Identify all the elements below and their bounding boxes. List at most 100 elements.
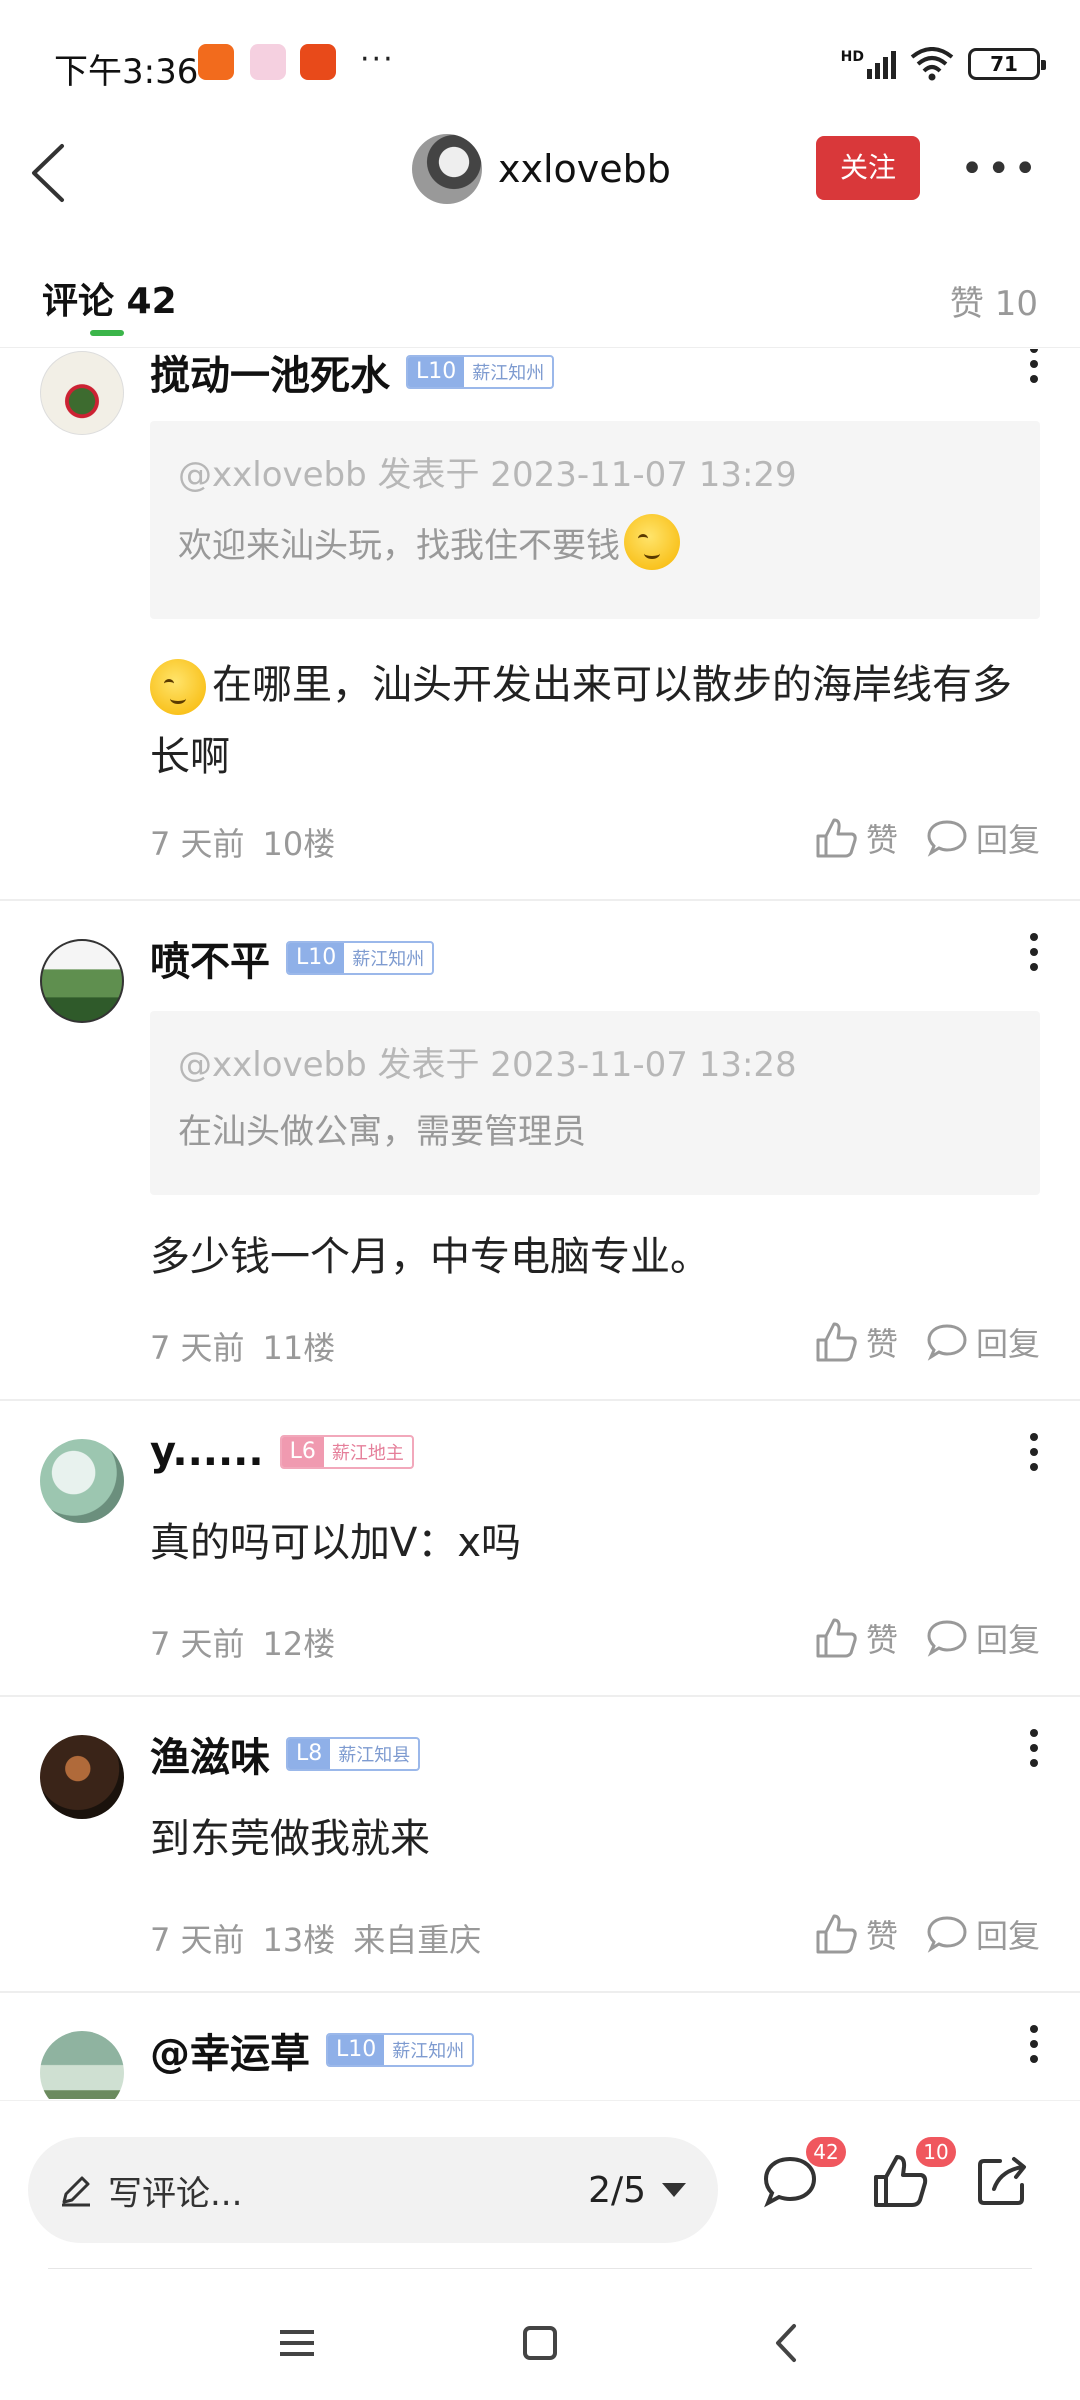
comment-item: y...... L6 薪江地主 真的吗可以加V：x吗 7 天前 12楼 赞 回复 <box>0 1401 1080 1697</box>
quoted-comment[interactable]: @xxlovebb 发表于 2023-11-07 13:28 在汕头做公寓，需要… <box>150 1011 1040 1195</box>
comment-body-text: 在哪里，汕头开发出来可以散步的海岸线有多长啊 <box>150 662 1012 780</box>
signal-icon: HD <box>841 49 896 79</box>
like-count-badge: 10 <box>916 2137 956 2167</box>
more-notifications-icon: ··· <box>360 42 395 77</box>
rank-title: 薪江知州 <box>472 363 545 384</box>
comment-more-icon[interactable] <box>1028 2025 1040 2075</box>
commenter-name[interactable]: 搅动一池死水 <box>150 349 390 401</box>
status-right: HD 71 <box>841 44 1046 84</box>
quote-meta: @xxlovebb 发表于 2023-11-07 13:28 <box>178 1045 797 1085</box>
comment-bubble-icon <box>927 1324 967 1361</box>
pencil-icon <box>62 2176 90 2207</box>
follow-button[interactable]: 关注 <box>816 136 920 200</box>
like-button[interactable]: 赞 <box>814 1615 898 1661</box>
reply-button[interactable]: 回复 <box>926 815 1040 861</box>
thumbs-up-icon <box>816 1618 857 1658</box>
comment-body: 到东莞做我就来 <box>150 1816 430 1862</box>
menu-icon[interactable] <box>272 2318 322 2368</box>
status-bar: 下午3:36 ··· HD 71 <box>0 0 1080 120</box>
thumbs-up-icon <box>816 1914 857 1954</box>
back-nav-icon[interactable] <box>762 2318 812 2368</box>
tab-comments[interactable]: 评论 42 <box>42 272 177 324</box>
comment-meta: 7 天前 12楼 <box>150 1619 335 1665</box>
author-name[interactable]: xxlovebb <box>498 147 671 191</box>
taobao-notification-icon <box>300 44 336 80</box>
kiss-emoji-icon <box>150 659 206 715</box>
comment-header: @幸运草 L10 薪江知州 <box>150 2021 475 2079</box>
dropdown-arrow-icon <box>662 2183 686 2197</box>
commenter-avatar[interactable] <box>40 1439 124 1523</box>
page-indicator-text: 2/5 <box>588 2169 646 2211</box>
rank-title: 薪江地主 <box>331 1443 404 1464</box>
author-info[interactable]: xxlovebb <box>412 134 671 204</box>
wifi-icon <box>910 47 954 81</box>
comment-header: 渔滋味 L8 薪江知县 <box>150 1725 421 1783</box>
home-icon[interactable] <box>515 2318 565 2368</box>
reply-label: 回复 <box>975 1917 1040 1955</box>
commenter-name[interactable]: y...... <box>150 1429 264 1475</box>
reply-button[interactable]: 回复 <box>926 1319 1040 1365</box>
status-time: 下午3:36 <box>54 52 199 92</box>
comment-floor: 13楼 <box>262 1921 336 1959</box>
commenter-name[interactable]: @幸运草 <box>150 2021 310 2079</box>
comment-item: 渔滋味 L8 薪江知县 到东莞做我就来 7 天前 13楼 来自重庆 赞 回复 <box>0 1697 1080 1993</box>
tab-likes[interactable]: 赞 10 <box>950 276 1038 325</box>
level-badge: L8 薪江知县 <box>286 1737 421 1771</box>
commenter-avatar[interactable] <box>40 351 124 435</box>
comment-more-icon[interactable] <box>1028 349 1040 395</box>
comment-more-icon[interactable] <box>1028 1433 1040 1483</box>
comment-time: 7 天前 <box>150 1921 245 1959</box>
comment-more-icon[interactable] <box>1028 933 1040 983</box>
level-label: L10 <box>408 357 465 387</box>
level-badge: L10 薪江知州 <box>406 355 555 389</box>
reply-button[interactable]: 回复 <box>926 1615 1040 1661</box>
hd-label: HD <box>840 49 864 65</box>
quote-meta: @xxlovebb 发表于 2023-11-07 13:29 <box>178 455 797 495</box>
comment-body: 真的吗可以加V：x吗 <box>150 1520 522 1566</box>
quote-text-content: 欢迎来汕头玩，找我住不要钱 <box>178 525 620 566</box>
comment-bubble-icon <box>927 820 967 857</box>
comment-meta: 7 天前 10楼 <box>150 819 335 865</box>
comment-actions: 赞 回复 <box>814 815 1040 861</box>
active-tab-indicator <box>90 330 124 336</box>
level-label: L6 <box>281 1437 324 1467</box>
author-avatar[interactable] <box>412 134 482 204</box>
level-label: L10 <box>328 2035 385 2065</box>
comment-floor: 12楼 <box>262 1625 336 1663</box>
comment-input[interactable]: 写评论... 2/5 <box>28 2137 718 2243</box>
comment-body: 多少钱一个月，中专电脑专业。 <box>150 1234 710 1280</box>
comment-header: y...... L6 薪江地主 <box>150 1429 414 1475</box>
comment-actions: 赞 回复 <box>814 1615 1040 1661</box>
comments-count-button[interactable]: 42 <box>760 2137 846 2221</box>
comment-list[interactable]: 搅动一池死水 L10 薪江知州 @xxlovebb 发表于 2023-11-07… <box>0 349 1080 2099</box>
battery-icon: 71 <box>968 48 1046 80</box>
commenter-avatar[interactable] <box>40 939 124 1023</box>
commenter-avatar[interactable] <box>40 2031 124 2099</box>
rank-title: 薪江知县 <box>338 1745 411 1766</box>
level-label: L8 <box>288 1739 331 1769</box>
quote-text: 欢迎来汕头玩，找我住不要钱 <box>178 514 1012 570</box>
like-button[interactable]: 赞 <box>814 815 898 861</box>
quote-text: 在汕头做公寓，需要管理员 <box>178 1112 586 1152</box>
back-icon[interactable] <box>22 138 82 208</box>
level-badge: L10 薪江知州 <box>326 2033 475 2067</box>
commenter-avatar[interactable] <box>40 1735 124 1819</box>
like-button[interactable]: 赞 <box>814 1911 898 1957</box>
comment-more-icon[interactable] <box>1028 1729 1040 1779</box>
share-button[interactable] <box>972 2151 1042 2221</box>
like-label: 赞 <box>865 1917 898 1955</box>
like-button[interactable]: 赞 <box>814 1319 898 1365</box>
comment-body: 在哪里，汕头开发出来可以散步的海岸线有多长啊 <box>150 649 1040 793</box>
quoted-comment[interactable]: @xxlovebb 发表于 2023-11-07 13:29 欢迎来汕头玩，找我… <box>150 421 1040 619</box>
divider <box>48 2268 1032 2269</box>
comment-header: 喷不平 L10 薪江知州 <box>150 929 435 987</box>
commenter-name[interactable]: 渔滋味 <box>150 1725 270 1783</box>
more-options-icon[interactable]: ••• <box>960 146 1040 192</box>
page-selector[interactable]: 2/5 <box>588 2170 686 2211</box>
smirk-emoji-icon <box>624 514 680 570</box>
comment-tabs: 评论 42 赞 10 <box>0 260 1080 348</box>
reply-button[interactable]: 回复 <box>926 1911 1040 1957</box>
like-post-button[interactable]: 10 <box>870 2137 956 2221</box>
commenter-name[interactable]: 喷不平 <box>150 929 270 987</box>
comment-time: 7 天前 <box>150 1329 245 1367</box>
